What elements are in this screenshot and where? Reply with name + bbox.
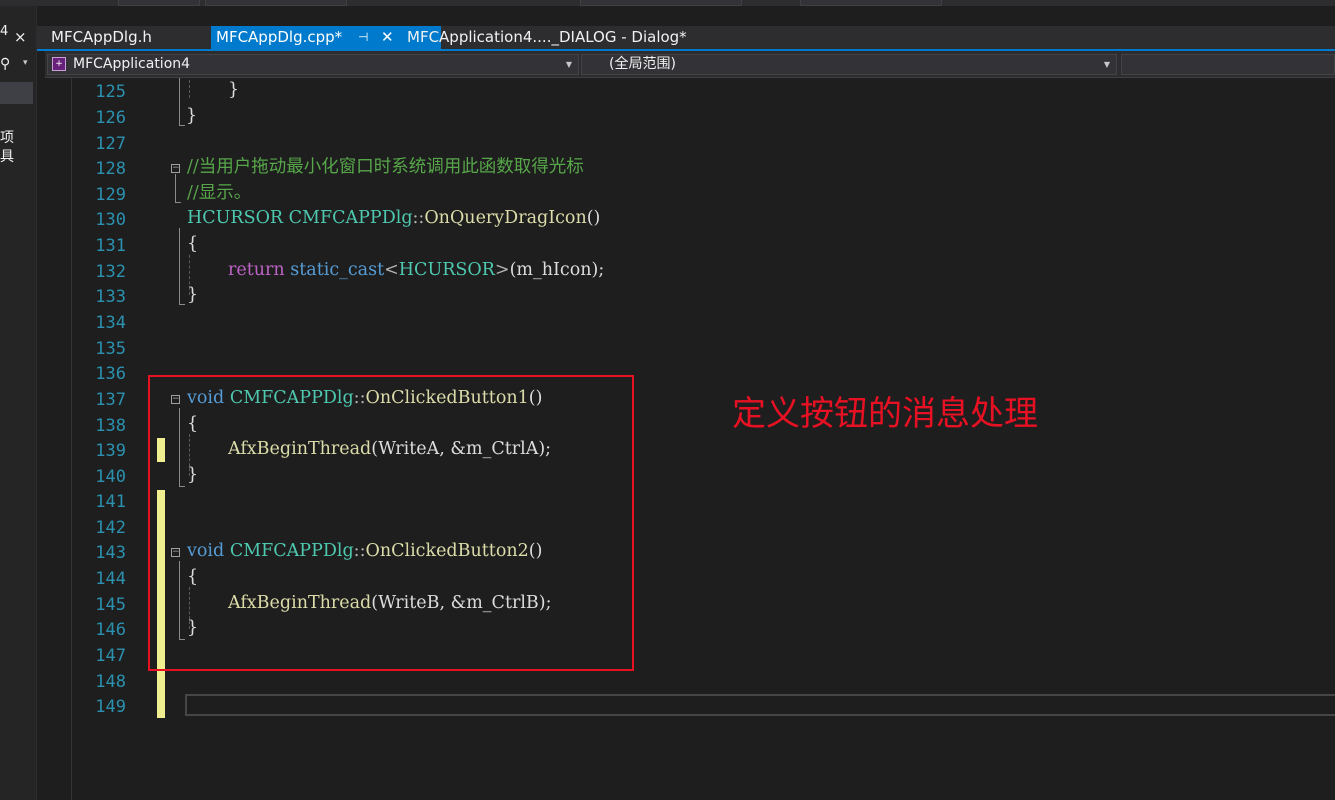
tab-dialog-designer[interactable]: MFCApplication4...._DIALOG - Dialog* — [407, 26, 687, 49]
selected-tree-item[interactable] — [0, 82, 33, 104]
code-line-125[interactable]: } — [228, 80, 239, 100]
outline-line — [175, 174, 176, 202]
type-name: HCURSOR — [398, 260, 495, 280]
comment: //显示。 — [187, 183, 252, 203]
code-line-126[interactable]: } — [186, 106, 197, 126]
line-number: 147 — [95, 646, 126, 666]
expression: (m_hIcon); — [509, 260, 605, 280]
project-icon: + — [52, 57, 66, 71]
line-number: 146 — [95, 620, 126, 640]
line-number: 148 — [95, 672, 126, 692]
collapse-icon[interactable]: − — [171, 164, 180, 173]
line-number: 145 — [95, 595, 126, 615]
line-number: 139 — [95, 441, 126, 461]
indent-guide — [189, 80, 190, 98]
tab-label: MFCAppDlg.h — [51, 28, 152, 46]
pin-icon[interactable]: ⊣ — [358, 26, 368, 49]
chevron-down-icon[interactable]: ▾ — [23, 58, 28, 68]
navigation-bar: + MFCApplication4 ▼ (全局范围) ▼ — [45, 51, 1335, 78]
line-number: 137 — [95, 390, 126, 410]
tree-item-label[interactable]: 项 — [0, 127, 14, 147]
scope-operator: :: — [412, 208, 425, 228]
keyword: return — [228, 260, 285, 280]
operator: > — [494, 260, 510, 280]
tree-item-label[interactable]: 具 — [0, 146, 14, 166]
function-name: OnQueryDragIcon — [424, 208, 587, 228]
line-number: 128 — [95, 159, 126, 179]
line-number: 125 — [95, 82, 126, 102]
line-number: 133 — [95, 287, 126, 307]
line-number: 134 — [95, 313, 126, 333]
code-line-128[interactable]: //当用户拖动最小化窗口时系统调用此函数取得光标 — [187, 157, 584, 177]
brace: } — [228, 80, 240, 100]
outline-end — [179, 125, 185, 126]
chevron-down-icon: ▼ — [565, 60, 572, 69]
line-number: 126 — [95, 108, 126, 128]
code-line-132[interactable]: return static_cast<HCURSOR>(m_hIcon); — [228, 260, 604, 280]
tab-label: MFCAppDlg.cpp* — [216, 28, 343, 46]
outline-end — [175, 202, 181, 203]
search-icon[interactable]: ⚲ — [0, 56, 10, 72]
operator: < — [384, 260, 399, 280]
brace: } — [186, 106, 198, 126]
class-name: CMFCAPPDlg — [288, 208, 413, 228]
panel-title-fragment: 4 — [0, 24, 9, 39]
outline-line — [179, 228, 180, 304]
line-number: 130 — [95, 210, 126, 230]
tab-label: MFCApplication4...._DIALOG - Dialog* — [407, 28, 687, 46]
close-icon[interactable]: × — [14, 28, 27, 46]
line-number: 140 — [95, 467, 126, 487]
current-line-highlight[interactable] — [185, 694, 1335, 716]
line-number: 129 — [95, 185, 126, 205]
project-dropdown[interactable]: + MFCApplication4 ▼ — [47, 54, 579, 75]
line-number: 132 — [95, 262, 126, 282]
line-number: 127 — [95, 134, 126, 154]
line-number: 142 — [95, 518, 126, 538]
code-line-131[interactable]: { — [187, 234, 198, 254]
scope-dropdown[interactable]: (全局范围) ▼ — [581, 54, 1117, 75]
outline-end — [179, 304, 185, 305]
solution-explorer-panel — [0, 6, 37, 800]
project-label: MFCApplication4 — [73, 56, 191, 72]
line-number: 135 — [95, 339, 126, 359]
annotation-highlight-box — [148, 375, 634, 671]
code-line-133[interactable]: } — [187, 285, 198, 305]
toolbar-combo[interactable] — [205, 0, 347, 6]
code-line-130[interactable]: HCURSOR CMFCAPPDlg::OnQueryDragIcon() — [187, 208, 600, 228]
toolbar-buttons[interactable] — [800, 0, 942, 6]
toolbar-buttons[interactable] — [580, 0, 742, 6]
brace: { — [187, 234, 199, 254]
line-number: 143 — [95, 543, 126, 563]
line-number: 149 — [95, 697, 126, 717]
type-name: HCURSOR — [187, 208, 284, 228]
document-tab-bar: MFCAppDlg.h MFCAppDlg.cpp* ⊣ ✕ MFCApplic… — [37, 26, 1335, 49]
brace: } — [187, 285, 199, 305]
glyph-margin[interactable] — [45, 78, 72, 800]
params: () — [586, 208, 601, 228]
line-number: 138 — [95, 416, 126, 436]
line-number: 131 — [95, 236, 126, 256]
line-number: 144 — [95, 569, 126, 589]
close-icon[interactable]: ✕ — [381, 26, 394, 49]
chevron-down-icon: ▼ — [1103, 60, 1110, 69]
annotation-label: 定义按钮的消息处理 — [732, 394, 1038, 434]
keyword: static_cast — [290, 260, 385, 280]
toolbar-strip — [0, 0, 1335, 6]
code-line-129[interactable]: //显示。 — [187, 183, 251, 203]
comment: //当用户拖动最小化窗口时系统调用此函数取得光标 — [187, 157, 584, 177]
tab-mfcappdlg-h[interactable]: MFCAppDlg.h — [51, 26, 152, 49]
line-number: 136 — [95, 364, 126, 384]
member-dropdown[interactable] — [1121, 54, 1335, 75]
outline-line — [179, 78, 180, 125]
scope-label: (全局范围) — [609, 56, 676, 72]
toolbar-combo[interactable] — [118, 0, 200, 6]
line-number: 141 — [95, 492, 126, 512]
